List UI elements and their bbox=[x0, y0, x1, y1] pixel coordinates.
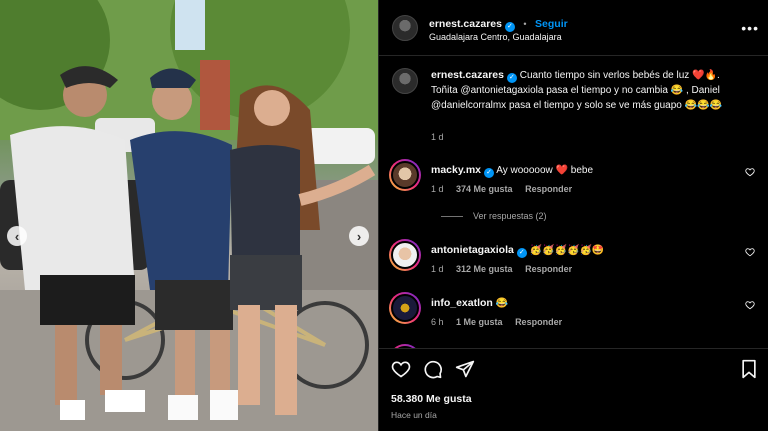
comment-text-block: macky.mx ✓ Ay wooooow ❤️ bebe bbox=[431, 163, 743, 178]
reply-button[interactable]: Responder bbox=[515, 317, 562, 327]
comments-list[interactable]: ernest.cazares ✓ Cuanto tiempo sin verlos… bbox=[379, 56, 768, 348]
view-replies-label: Ver respuestas (2) bbox=[473, 211, 547, 221]
comment-item: info_exatlon 😂 6 h 1 Me gusta Responder bbox=[389, 292, 759, 338]
verified-icon: ✓ bbox=[506, 73, 517, 83]
dot-separator: • bbox=[523, 19, 527, 29]
commenter-avatar[interactable] bbox=[389, 292, 421, 324]
action-bar bbox=[391, 359, 475, 379]
comment-likes[interactable]: 374 Me gusta bbox=[456, 184, 513, 194]
commenter-avatar[interactable] bbox=[389, 239, 421, 271]
caption-username[interactable]: ernest.cazares bbox=[431, 69, 504, 81]
previous-photo-button[interactable]: ‹ bbox=[7, 226, 27, 246]
chevron-left-icon: ‹ bbox=[14, 228, 20, 244]
post-location[interactable]: Guadalajara Centro, Guadalajara bbox=[429, 32, 562, 42]
caption-text-block: ernest.cazares ✓ Cuanto tiempo sin verlos… bbox=[431, 68, 743, 113]
post-photo[interactable]: ‹ › bbox=[0, 0, 378, 431]
comment-time[interactable]: 1 d bbox=[431, 184, 444, 194]
comment-likes[interactable]: 1 Me gusta bbox=[456, 317, 503, 327]
comment-likes[interactable]: 312 Me gusta bbox=[456, 264, 513, 274]
comment-meta: 1 d 312 Me gusta Responder bbox=[431, 264, 582, 274]
comment-icon[interactable] bbox=[423, 359, 443, 379]
comment-time[interactable]: 1 d bbox=[431, 264, 444, 274]
caption-time[interactable]: 1 d bbox=[431, 132, 444, 142]
author-username[interactable]: ernest.cazares bbox=[429, 18, 502, 30]
comment-text: 🥳🥳🥳🥳🥳🤩 bbox=[529, 245, 605, 256]
comment-meta: 6 h 1 Me gusta Responder bbox=[431, 317, 572, 327]
comment-username[interactable]: antonietagaxiola bbox=[431, 244, 514, 256]
verified-icon: ✓ bbox=[516, 248, 527, 258]
author-avatar[interactable] bbox=[392, 15, 418, 41]
comment-username[interactable]: macky.mx bbox=[431, 164, 481, 176]
heart-icon[interactable] bbox=[745, 300, 755, 310]
verified-icon: ✓ bbox=[504, 22, 515, 32]
comment-text-block: antonietagaxiola ✓ 🥳🥳🥳🥳🥳🤩 bbox=[431, 243, 743, 258]
bookmark-icon[interactable] bbox=[739, 359, 759, 379]
share-icon[interactable] bbox=[455, 359, 475, 379]
heart-icon[interactable] bbox=[745, 167, 755, 177]
post-header: ernest.cazares ✓ • Seguir Guadalajara Cen… bbox=[379, 0, 768, 56]
post-sidebar: ernest.cazares ✓ • Seguir Guadalajara Cen… bbox=[378, 0, 768, 431]
post-footer: 58.380 Me gusta Hace un día bbox=[379, 348, 768, 431]
comment-username[interactable]: info_exatlon bbox=[431, 297, 493, 309]
comment-time[interactable]: 6 h bbox=[431, 317, 444, 327]
author-line: ernest.cazares ✓ • Seguir bbox=[429, 14, 568, 32]
verified-icon: ✓ bbox=[484, 168, 495, 178]
likes-count[interactable]: 58.380 Me gusta bbox=[391, 393, 472, 405]
caption-avatar[interactable] bbox=[392, 68, 418, 94]
comment-item: macky.mx ✓ Ay wooooow ❤️ bebe 1 d 374 Me … bbox=[389, 159, 759, 229]
next-photo-button[interactable]: › bbox=[349, 226, 369, 246]
post-date[interactable]: Hace un día bbox=[391, 410, 437, 420]
reply-button[interactable]: Responder bbox=[525, 264, 572, 274]
heart-icon[interactable] bbox=[745, 247, 755, 257]
follow-button[interactable]: Seguir bbox=[535, 18, 568, 30]
comment-text: 😂 bbox=[495, 298, 509, 309]
commenter-avatar[interactable] bbox=[389, 159, 421, 191]
comment-meta: 1 d 374 Me gusta Responder bbox=[431, 184, 582, 194]
more-options-icon[interactable]: ••• bbox=[741, 20, 759, 36]
caption-meta: 1 d bbox=[431, 132, 454, 142]
comment-text-block: info_exatlon 😂 bbox=[431, 296, 743, 311]
replies-divider bbox=[441, 216, 463, 218]
view-replies-button[interactable]: Ver respuestas (2) bbox=[441, 211, 547, 221]
comment-item: antonietagaxiola ✓ 🥳🥳🥳🥳🥳🤩 1 d 312 Me gust… bbox=[389, 239, 759, 285]
comment-text: Ay wooooow ❤️ bebe bbox=[496, 165, 594, 176]
chevron-right-icon: › bbox=[356, 228, 362, 244]
photo-scene bbox=[0, 0, 378, 431]
heart-icon[interactable] bbox=[391, 359, 411, 379]
reply-button[interactable]: Responder bbox=[525, 184, 572, 194]
caption: ernest.cazares ✓ Cuanto tiempo sin verlos… bbox=[389, 68, 759, 148]
